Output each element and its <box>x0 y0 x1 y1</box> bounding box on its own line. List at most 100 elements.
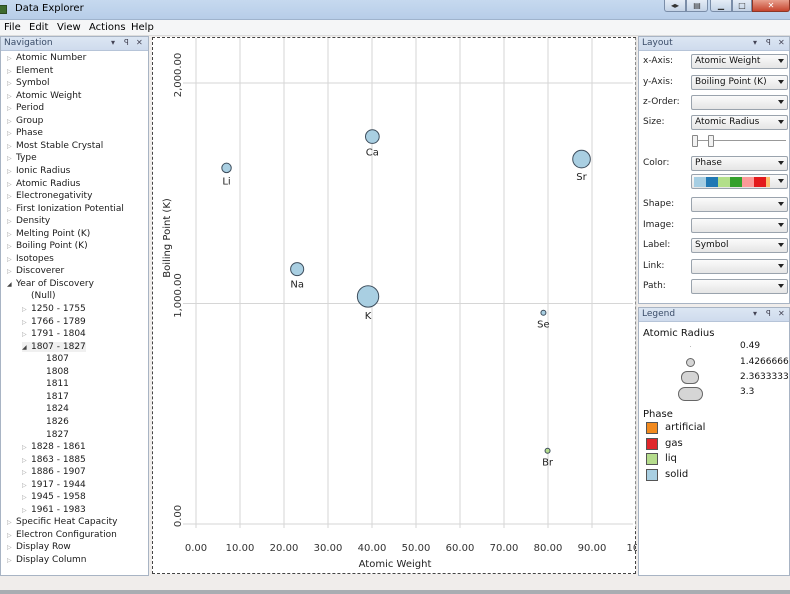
nav-tree-item[interactable]: 1817 <box>37 392 69 402</box>
close-icon[interactable]: ✕ <box>136 38 143 47</box>
collapsed-arrow-icon[interactable]: ▷ <box>7 55 16 62</box>
close-icon[interactable]: ✕ <box>778 38 785 47</box>
nav-tree-item[interactable]: 1808 <box>37 367 69 377</box>
collapsed-arrow-icon[interactable]: ▷ <box>7 130 16 137</box>
nav-tree-item[interactable]: ▷ Type <box>7 153 37 163</box>
restore-panels-button[interactable]: ▤ <box>686 0 708 12</box>
nav-tree-item[interactable]: ▷ Atomic Radius <box>7 179 80 189</box>
menu-file[interactable]: File <box>4 22 21 33</box>
close-button[interactable]: ✕ <box>752 0 790 12</box>
nav-tree-item[interactable]: ▷ Element <box>7 66 53 76</box>
nav-tree-item[interactable]: ▷ Electron Configuration <box>7 530 117 540</box>
nav-tree-item[interactable]: ▷ 1766 - 1789 <box>22 317 86 327</box>
nav-tree-item[interactable]: ▷ Discoverer <box>7 266 64 276</box>
collapsed-arrow-icon[interactable]: ▷ <box>7 206 16 213</box>
z-order-select[interactable] <box>691 95 788 110</box>
menu-actions[interactable]: Actions <box>89 22 126 33</box>
y-axis-select[interactable]: Boiling Point (K) <box>691 75 788 90</box>
nav-tree-item[interactable]: ▷ Isotopes <box>7 254 54 264</box>
expanded-arrow-icon[interactable]: ◢ <box>22 344 31 351</box>
nav-tree-item[interactable]: ▷ Ionic Radius <box>7 166 70 176</box>
nav-tree-item[interactable]: ▷ Atomic Weight <box>7 91 81 101</box>
nav-tree-item[interactable]: ▷ Group <box>7 116 43 126</box>
data-point-Ca[interactable] <box>364 129 380 144</box>
back-forward-button[interactable]: ◂▸ <box>664 0 686 12</box>
panel-menu-icon[interactable]: ▾ <box>753 309 757 318</box>
collapsed-arrow-icon[interactable]: ▷ <box>22 331 31 338</box>
nav-tree-item[interactable]: ▷ First Ionization Potential <box>7 204 124 214</box>
nav-tree-item[interactable]: ◢ 1807 - 1827 <box>22 341 86 352</box>
nav-tree-item[interactable]: ▷ Display Column <box>7 555 87 565</box>
collapsed-arrow-icon[interactable]: ▷ <box>22 457 31 464</box>
nav-tree-item[interactable]: ▷ Symbol <box>7 78 50 88</box>
menu-view[interactable]: View <box>57 22 81 33</box>
nav-tree-item[interactable]: ▷ 1828 - 1861 <box>22 442 86 452</box>
label-select[interactable]: Symbol <box>691 238 788 253</box>
shape-select[interactable] <box>691 197 788 212</box>
collapsed-arrow-icon[interactable]: ▷ <box>22 319 31 326</box>
collapsed-arrow-icon[interactable]: ▷ <box>22 306 31 313</box>
data-point-Li[interactable] <box>221 162 232 174</box>
nav-tree-item[interactable]: 1811 <box>37 379 69 389</box>
collapsed-arrow-icon[interactable]: ▷ <box>22 469 31 476</box>
nav-tree-item[interactable]: (Null) <box>22 291 55 301</box>
nav-tree-item[interactable]: ▷ Density <box>7 216 50 226</box>
nav-tree-item[interactable]: ▷ Boiling Point (K) <box>7 241 88 251</box>
nav-tree-item[interactable]: ▷ Display Row <box>7 542 71 552</box>
pin-icon[interactable]: ꟼ <box>124 38 129 47</box>
nav-tree-item[interactable]: 1824 <box>37 404 69 414</box>
maximize-button[interactable]: □ <box>732 0 752 12</box>
collapsed-arrow-icon[interactable]: ▷ <box>7 181 16 188</box>
expanded-arrow-icon[interactable]: ◢ <box>7 281 16 288</box>
collapsed-arrow-icon[interactable]: ▷ <box>7 544 16 551</box>
collapsed-arrow-icon[interactable]: ▷ <box>7 243 16 250</box>
nav-tree-item[interactable]: ▷ Period <box>7 103 44 113</box>
collapsed-arrow-icon[interactable]: ▷ <box>7 519 16 526</box>
collapsed-arrow-icon[interactable]: ▷ <box>7 68 16 75</box>
size-range-slider[interactable] <box>692 134 786 148</box>
image-select[interactable] <box>691 218 788 233</box>
link-select[interactable] <box>691 259 788 274</box>
data-point-Br[interactable] <box>544 447 551 454</box>
close-icon[interactable]: ✕ <box>778 309 785 318</box>
data-point-Sr[interactable] <box>572 149 591 169</box>
nav-tree-item[interactable]: ▷ Specific Heat Capacity <box>7 517 117 527</box>
nav-tree-item[interactable]: ▷ 1961 - 1983 <box>22 505 86 515</box>
color-palette-select[interactable] <box>691 174 788 189</box>
collapsed-arrow-icon[interactable]: ▷ <box>7 105 16 112</box>
menu-help[interactable]: Help <box>131 22 154 33</box>
collapsed-arrow-icon[interactable]: ▷ <box>7 143 16 150</box>
pin-icon[interactable]: ꟼ <box>766 38 771 47</box>
nav-tree-item[interactable]: ▷ 1250 - 1755 <box>22 304 86 314</box>
nav-tree-item[interactable]: ▷ Phase <box>7 128 43 138</box>
collapsed-arrow-icon[interactable]: ▷ <box>7 118 16 125</box>
nav-tree-item[interactable]: 1807 <box>37 354 69 364</box>
nav-tree-item[interactable]: ▷ Most Stable Crystal <box>7 141 103 151</box>
collapsed-arrow-icon[interactable]: ▷ <box>7 93 16 100</box>
menu-edit[interactable]: Edit <box>29 22 48 33</box>
path-select[interactable] <box>691 279 788 294</box>
nav-tree-item[interactable]: ▷ Atomic Number <box>7 53 86 63</box>
collapsed-arrow-icon[interactable]: ▷ <box>7 168 16 175</box>
collapsed-arrow-icon[interactable]: ▷ <box>7 256 16 263</box>
collapsed-arrow-icon[interactable]: ▷ <box>22 494 31 501</box>
data-point-K[interactable] <box>356 285 380 308</box>
collapsed-arrow-icon[interactable]: ▷ <box>22 444 31 451</box>
collapsed-arrow-icon[interactable]: ▷ <box>7 557 16 564</box>
nav-tree-item[interactable]: ▷ 1945 - 1958 <box>22 492 86 502</box>
color-select[interactable]: Phase <box>691 156 788 171</box>
collapsed-arrow-icon[interactable]: ▷ <box>7 268 16 275</box>
slider-low-handle[interactable] <box>692 135 698 147</box>
nav-tree-item[interactable]: ▷ 1791 - 1804 <box>22 329 86 339</box>
pin-icon[interactable]: ꟼ <box>766 309 771 318</box>
collapsed-arrow-icon[interactable]: ▷ <box>7 231 16 238</box>
nav-tree-item[interactable]: ▷ Melting Point (K) <box>7 229 90 239</box>
panel-menu-icon[interactable]: ▾ <box>753 38 757 47</box>
collapsed-arrow-icon[interactable]: ▷ <box>7 80 16 87</box>
collapsed-arrow-icon[interactable]: ▷ <box>7 193 16 200</box>
minimize-button[interactable]: ▁ <box>710 0 732 12</box>
data-point-Se[interactable] <box>540 309 547 316</box>
collapsed-arrow-icon[interactable]: ▷ <box>22 507 31 514</box>
nav-tree-item[interactable]: ▷ 1917 - 1944 <box>22 480 86 490</box>
nav-tree-item[interactable]: ▷ 1863 - 1885 <box>22 455 86 465</box>
